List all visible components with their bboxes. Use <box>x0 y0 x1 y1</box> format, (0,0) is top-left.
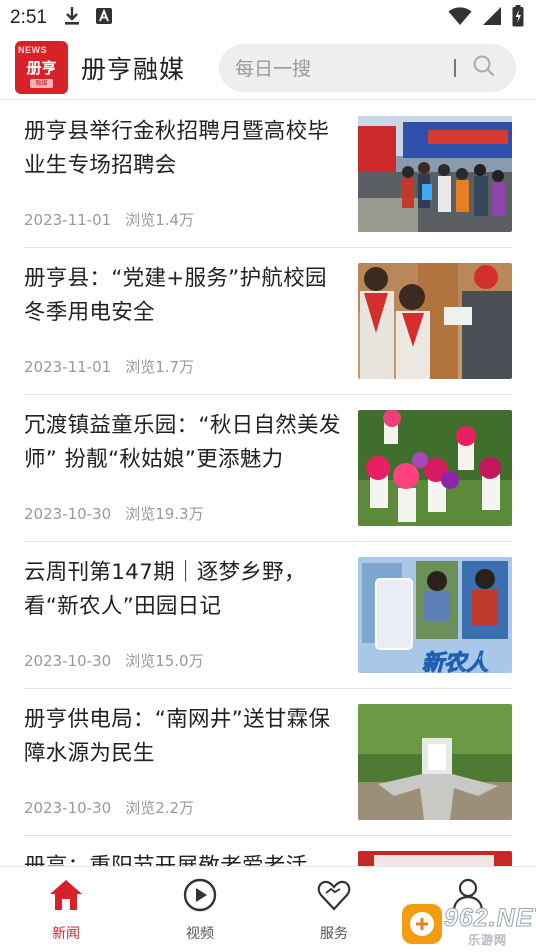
logo-main-text: 册亨 <box>26 59 57 77</box>
news-meta: 2023-11-01 浏览1.4万 <box>24 209 194 230</box>
news-title[interactable]: 冗渡镇益童乐园：“秋日自然美发师” 扮靓“秋姑娘”更添魅力 <box>24 409 344 477</box>
news-item[interactable]: 册亨县举行金秋招聘月暨高校毕业生专场招聘会 2023-11-01 浏览1.4万 <box>24 101 512 248</box>
news-title[interactable]: 云周刊第147期｜逐梦乡野，看“新农人”田园日记 <box>24 556 344 624</box>
status-left-icons <box>63 6 113 30</box>
thumbnail-overlay-text: 新农人 <box>421 651 489 674</box>
play-circle-icon <box>182 877 218 913</box>
news-feed[interactable]: 册亨县举行金秋招聘月暨高校毕业生专场招聘会 2023-11-01 浏览1.4万 <box>0 101 536 866</box>
news-views: 浏览19.3万 <box>125 505 204 523</box>
status-time: 2:51 <box>10 7 47 28</box>
news-meta: 2023-10-30 浏览2.2万 <box>24 797 194 818</box>
news-thumbnail[interactable] <box>358 263 512 379</box>
news-views: 浏览1.7万 <box>125 358 195 376</box>
news-meta: 2023-10-30 浏览19.3万 <box>24 503 204 524</box>
nav-label: 视频 <box>186 926 214 942</box>
news-views: 浏览15.0万 <box>125 652 204 670</box>
search-input[interactable]: 每日一搜 <box>219 43 516 92</box>
news-date: 2023-10-30 <box>24 799 112 817</box>
status-bar: 2:51 <box>0 0 536 36</box>
watermark-logo-icon <box>402 904 442 944</box>
news-date: 2023-11-01 <box>24 358 112 376</box>
news-meta: 2023-11-01 浏览1.7万 <box>24 356 194 377</box>
news-title[interactable]: 册亨：重阳节开展敬老爱老活 <box>24 850 344 866</box>
news-thumbnail[interactable] <box>358 410 512 526</box>
news-date: 2023-11-01 <box>24 211 112 229</box>
news-title[interactable]: 册亨供电局：“南网井”送甘霖保障水源为民生 <box>24 703 344 771</box>
nav-label: 服务 <box>320 926 348 942</box>
app-title: 册亨融媒 <box>81 54 186 84</box>
home-icon <box>48 877 84 913</box>
watermark-text: 962.NET <box>444 904 536 933</box>
signal-icon <box>482 6 502 30</box>
news-title[interactable]: 册亨县举行金秋招聘月暨高校毕业生专场招聘会 <box>24 115 344 183</box>
news-date: 2023-10-30 <box>24 505 112 523</box>
nav-tab-video[interactable]: 视频 <box>155 867 245 952</box>
a-notification-icon <box>95 7 113 29</box>
logo-news-text: NEWS <box>18 45 47 55</box>
status-right-icons <box>448 5 524 31</box>
news-thumbnail[interactable] <box>358 851 512 866</box>
news-title[interactable]: 册亨县：“党建+服务”护航校园冬季用电安全 <box>24 262 344 330</box>
watermark-subtext: 乐游网 <box>468 933 508 948</box>
news-item[interactable]: 册亨县：“党建+服务”护航校园冬季用电安全 2023-11-01 浏览1.7万 <box>24 248 512 395</box>
news-views: 浏览2.2万 <box>125 799 195 817</box>
news-thumbnail[interactable]: 新农人 <box>358 557 512 673</box>
news-item[interactable]: 册亨供电局：“南网井”送甘霖保障水源为民生 2023-10-30 浏览2.2万 <box>24 689 512 836</box>
app-logo: NEWS 册亨 融媒 <box>15 41 68 94</box>
news-item[interactable]: 册亨：重阳节开展敬老爱老活 <box>24 836 512 866</box>
news-thumbnail[interactable] <box>358 704 512 820</box>
nav-label: 新闻 <box>52 926 80 942</box>
nav-tab-services[interactable]: 服务 <box>289 867 379 952</box>
download-icon <box>63 6 81 30</box>
news-date: 2023-10-30 <box>24 652 112 670</box>
news-meta: 2023-10-30 浏览15.0万 <box>24 650 204 671</box>
nav-tab-news[interactable]: 新闻 <box>21 867 111 952</box>
battery-icon <box>512 5 524 31</box>
heart-icon <box>316 877 352 913</box>
news-views: 浏览1.4万 <box>125 211 195 229</box>
watermark: 962.NET 乐游网 <box>396 898 536 948</box>
news-thumbnail[interactable] <box>358 116 512 232</box>
search-placeholder: 每日一搜 <box>235 58 312 80</box>
news-item[interactable]: 冗渡镇益童乐园：“秋日自然美发师” 扮靓“秋姑娘”更添魅力 2023-10-30… <box>24 395 512 542</box>
app-header: NEWS 册亨 融媒 册亨融媒 每日一搜 <box>0 36 536 100</box>
wifi-icon <box>448 6 472 30</box>
news-item[interactable]: 云周刊第147期｜逐梦乡野，看“新农人”田园日记 2023-10-30 浏览15.… <box>24 542 512 689</box>
search-icon[interactable] <box>472 54 496 82</box>
text-cursor <box>454 58 456 77</box>
logo-sub-text: 融媒 <box>30 79 53 88</box>
